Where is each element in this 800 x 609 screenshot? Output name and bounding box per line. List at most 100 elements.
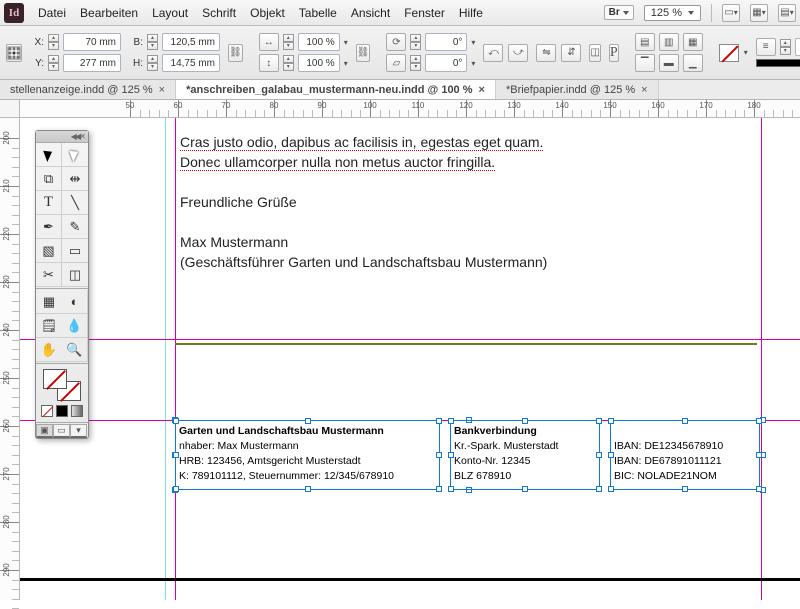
text: Cras justo odio, dapibus ac facilisis in… [180, 134, 543, 151]
zoom-value: 125 % [651, 7, 682, 19]
screen-mode-button[interactable]: ▭▾ [722, 4, 740, 22]
separator [711, 4, 712, 22]
paragraph-style-icon[interactable]: P [609, 44, 619, 62]
fill-swatch[interactable] [43, 369, 67, 389]
rectangle-tool[interactable]: ▭ [62, 239, 88, 263]
zoom-level[interactable]: 125 % [644, 5, 701, 21]
horizontal-ruler[interactable]: 5060708090100110120130140150160170180 [20, 100, 800, 118]
rotate-cw-icon[interactable]: ⤻ [508, 44, 528, 62]
type-tool[interactable]: T [36, 191, 62, 215]
vertical-ruler[interactable]: 200210220230240250260270280290 [0, 118, 20, 600]
footer-frame-1[interactable]: Garten und Landschaftsbau Mustermann nha… [175, 420, 440, 490]
scale-x-stepper[interactable]: ▴▾ [283, 34, 294, 50]
x-stepper[interactable]: ▴▾ [48, 34, 59, 50]
align-bottom-icon[interactable]: ▁ [683, 54, 703, 72]
footer-head: Garten und Landschaftsbau Mustermann [179, 425, 384, 437]
chevron-down-icon [623, 11, 629, 15]
constrain-wh-icon[interactable]: ⛓ [228, 44, 243, 62]
menu-fenster[interactable]: Fenster [404, 6, 445, 20]
constrain-scale-icon[interactable]: ⛓ [356, 44, 371, 62]
menu-tabelle[interactable]: Tabelle [299, 6, 337, 20]
menu-datei[interactable]: Datei [38, 6, 66, 20]
tab-stellenanzeige[interactable]: stellenanzeige.indd @ 125 %× [0, 80, 176, 99]
tools-panel[interactable]: ◀◀ ✕ ⧉ ⇹ T ╲ ✒ ✎ ▧ ▭ ✂ ◫ ▦ ◐ 🗒 💧 ✋ 🔍 ▣▭▾ [35, 130, 89, 439]
direct-selection-tool[interactable] [62, 143, 88, 167]
line-tool[interactable]: ╲ [62, 191, 88, 215]
y-stepper[interactable]: ▴▾ [48, 55, 59, 71]
menu-objekt[interactable]: Objekt [250, 6, 285, 20]
zoom-tool[interactable]: 🔍 [62, 338, 88, 362]
scissors-tool[interactable]: ✂ [36, 263, 62, 287]
shear-stepper[interactable]: ▴▾ [410, 55, 421, 71]
shear-field[interactable]: 0° [425, 54, 467, 72]
collapse-icon[interactable]: ◀◀ ✕ [71, 132, 84, 141]
free-transform-tool[interactable]: ◫ [62, 263, 88, 287]
align-right-icon[interactable]: ▦ [683, 33, 703, 51]
h-field[interactable]: 14,75 mm [162, 54, 220, 72]
rotate-stepper[interactable]: ▴▾ [410, 34, 421, 50]
fill-swatch[interactable] [719, 44, 739, 62]
normal-mode-icon[interactable]: ▣ [36, 424, 53, 438]
rotate-field[interactable]: 0° [425, 33, 467, 51]
apply-none-icon[interactable] [41, 405, 53, 417]
eyedropper-tool[interactable]: 💧 [62, 314, 88, 338]
page-tool[interactable]: ⧉ [36, 167, 62, 191]
align-middle-icon[interactable]: ▬ [659, 54, 679, 72]
footer-frame-2[interactable]: Bankverbindung Kr.-Spark. Musterstadt Ko… [450, 420, 600, 490]
apply-color-icon[interactable] [56, 405, 68, 417]
preview-mode-icon[interactable]: ▭ [53, 424, 70, 438]
tab-briefpapier[interactable]: *Briefpapier.indd @ 125 %× [496, 80, 659, 99]
y-field[interactable]: 277 mm [63, 54, 121, 72]
w-field[interactable]: 120,5 mm [162, 33, 220, 51]
panel-header[interactable]: ◀◀ ✕ [36, 131, 88, 143]
footer-frame-3[interactable]: IBAN: DE12345678910 IBAN: DE67891011121 … [610, 420, 760, 490]
view-mode[interactable]: ▣▭▾ [36, 424, 88, 438]
stroke-style[interactable] [756, 59, 800, 67]
rectangle-frame-tool[interactable]: ▧ [36, 239, 62, 263]
align-center-icon[interactable]: ▥ [659, 33, 679, 51]
menu-ansicht[interactable]: Ansicht [351, 6, 390, 20]
gap-tool[interactable]: ⇹ [62, 167, 88, 191]
menu-bearbeiten[interactable]: Bearbeiten [80, 6, 138, 20]
selection-group[interactable]: Garten und Landschaftsbau Mustermann nha… [175, 420, 763, 490]
ref-point-proxy[interactable] [6, 44, 22, 62]
scale-y-stepper[interactable]: ▴▾ [283, 55, 294, 71]
tab-anschreiben[interactable]: *anschreiben_galabau_mustermann-neu.indd… [176, 80, 496, 99]
guide-horizontal [20, 339, 800, 340]
column-guide [175, 118, 176, 600]
align-top-icon[interactable]: ▔ [635, 54, 655, 72]
apply-gradient-icon[interactable] [71, 405, 83, 417]
pen-tool[interactable]: ✒ [36, 215, 62, 239]
arrange-button[interactable]: ▦▾ [750, 4, 768, 22]
w-stepper[interactable]: ▴▾ [147, 34, 158, 50]
scale-x-field[interactable]: 100 % [298, 33, 340, 51]
select-container-icon[interactable]: ◫ [589, 44, 600, 62]
canvas[interactable]: Cras justo odio, dapibus ac facilisis in… [20, 118, 800, 600]
rotate-ccw-icon[interactable]: ⤺ [483, 44, 503, 62]
hand-tool[interactable]: ✋ [36, 338, 62, 362]
close-icon[interactable]: × [159, 84, 165, 96]
note-tool[interactable]: 🗒 [36, 314, 62, 338]
align-left-icon[interactable]: ▤ [635, 33, 655, 51]
workspace-button[interactable]: ▤▾ [778, 4, 796, 22]
stroke-weight-field[interactable]: 0 Pt [795, 38, 800, 56]
pencil-tool[interactable]: ✎ [62, 215, 88, 239]
h-stepper[interactable]: ▴▾ [147, 55, 158, 71]
mode-menu-icon[interactable]: ▾ [70, 424, 87, 438]
close-icon[interactable]: × [641, 84, 647, 96]
stroke-weight-stepper[interactable]: ▴▾ [780, 39, 791, 55]
x-field[interactable]: 70 mm [63, 33, 121, 51]
footer-line: Konto-Nr. 12345 [454, 455, 530, 467]
menu-layout[interactable]: Layout [152, 6, 188, 20]
menu-hilfe[interactable]: Hilfe [459, 6, 483, 20]
gradient-swatch-tool[interactable]: ▦ [36, 290, 62, 314]
menu-schrift[interactable]: Schrift [202, 6, 236, 20]
close-icon[interactable]: × [479, 84, 485, 96]
flip-v-icon[interactable]: ⇵ [561, 44, 581, 62]
flip-h-icon[interactable]: ⇋ [536, 44, 556, 62]
selection-tool[interactable] [36, 143, 62, 167]
fill-stroke-swatch[interactable] [43, 369, 81, 401]
scale-y-field[interactable]: 100 % [298, 54, 340, 72]
gradient-feather-tool[interactable]: ◐ [62, 290, 88, 314]
bridge-button[interactable]: Br [604, 5, 634, 20]
